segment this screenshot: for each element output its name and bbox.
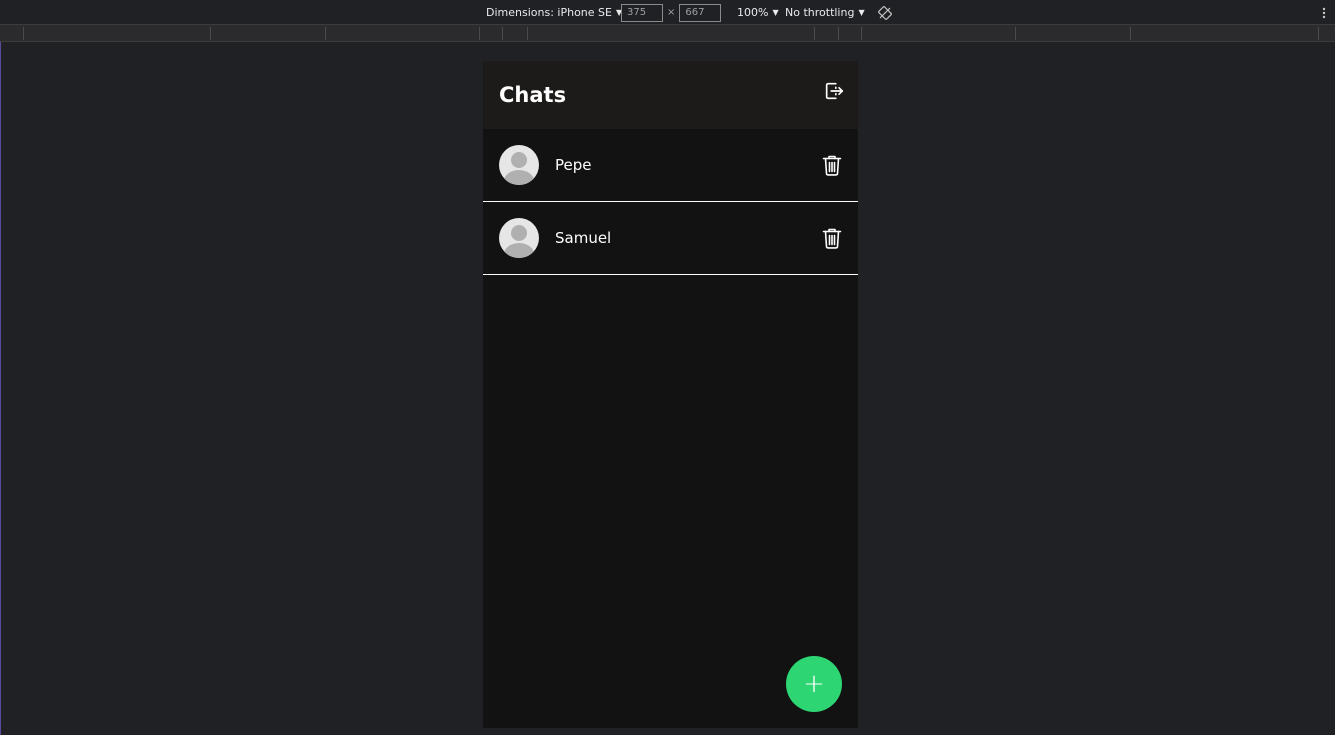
zoom-label: 100%: [737, 6, 769, 19]
mobile-viewport: Chats Pepe Samuel +: [483, 61, 858, 728]
device-width-input[interactable]: 375: [621, 3, 663, 22]
media-query-segment[interactable]: [1015, 27, 1016, 40]
logout-button[interactable]: [822, 79, 846, 103]
throttling-dropdown[interactable]: No throttling ▼: [785, 0, 865, 25]
zoom-dropdown[interactable]: 100% ▼: [737, 0, 779, 25]
device-height-input[interactable]: 667: [679, 3, 722, 22]
delete-chat-button[interactable]: [820, 153, 844, 177]
user-icon: [511, 152, 527, 168]
page-title: Chats: [499, 83, 567, 107]
media-query-segment[interactable]: [838, 27, 839, 40]
user-icon-body: [504, 170, 534, 185]
window-edge: [0, 0, 1, 735]
chat-name: Samuel: [555, 229, 612, 247]
media-query-bar: [0, 25, 1335, 42]
new-chat-button[interactable]: +: [786, 656, 842, 712]
user-icon-body: [504, 243, 534, 258]
chat-name: Pepe: [555, 156, 592, 174]
app-header: Chats: [483, 61, 858, 129]
caret-down-icon: ▼: [858, 8, 865, 17]
media-query-segment[interactable]: [1318, 27, 1319, 40]
media-query-segment[interactable]: [527, 27, 528, 40]
media-query-segment[interactable]: [479, 27, 480, 40]
trash-icon: [822, 155, 842, 176]
media-query-segment[interactable]: [210, 27, 211, 40]
chat-list-item[interactable]: Samuel: [483, 202, 858, 275]
chat-list-item[interactable]: Pepe: [483, 129, 858, 202]
device-dimensions-dropdown[interactable]: Dimensions: iPhone SE ▼: [486, 0, 622, 25]
rotate-icon: [878, 5, 892, 20]
trash-icon: [822, 228, 842, 249]
dimension-separator: ×: [667, 7, 676, 18]
rotate-button[interactable]: [878, 0, 892, 25]
more-options-button[interactable]: [1321, 0, 1327, 25]
caret-down-icon: ▼: [772, 8, 779, 17]
media-query-segment[interactable]: [325, 27, 326, 40]
media-query-segment[interactable]: [23, 27, 24, 40]
device-dimensions-label: Dimensions: iPhone SE: [486, 6, 612, 19]
delete-chat-button[interactable]: [820, 226, 844, 250]
media-query-segment[interactable]: [502, 27, 503, 40]
media-query-segment[interactable]: [814, 27, 815, 40]
user-icon: [511, 225, 527, 241]
device-toolbar: Dimensions: iPhone SE ▼ 375 × 667 100% ▼…: [0, 0, 1335, 25]
media-query-segment[interactable]: [861, 27, 862, 40]
logout-icon: [825, 82, 844, 100]
media-query-segment[interactable]: [1130, 27, 1131, 40]
throttling-label: No throttling: [785, 6, 855, 19]
avatar: [499, 218, 539, 258]
avatar: [499, 145, 539, 185]
more-vertical-icon: [1322, 7, 1326, 18]
